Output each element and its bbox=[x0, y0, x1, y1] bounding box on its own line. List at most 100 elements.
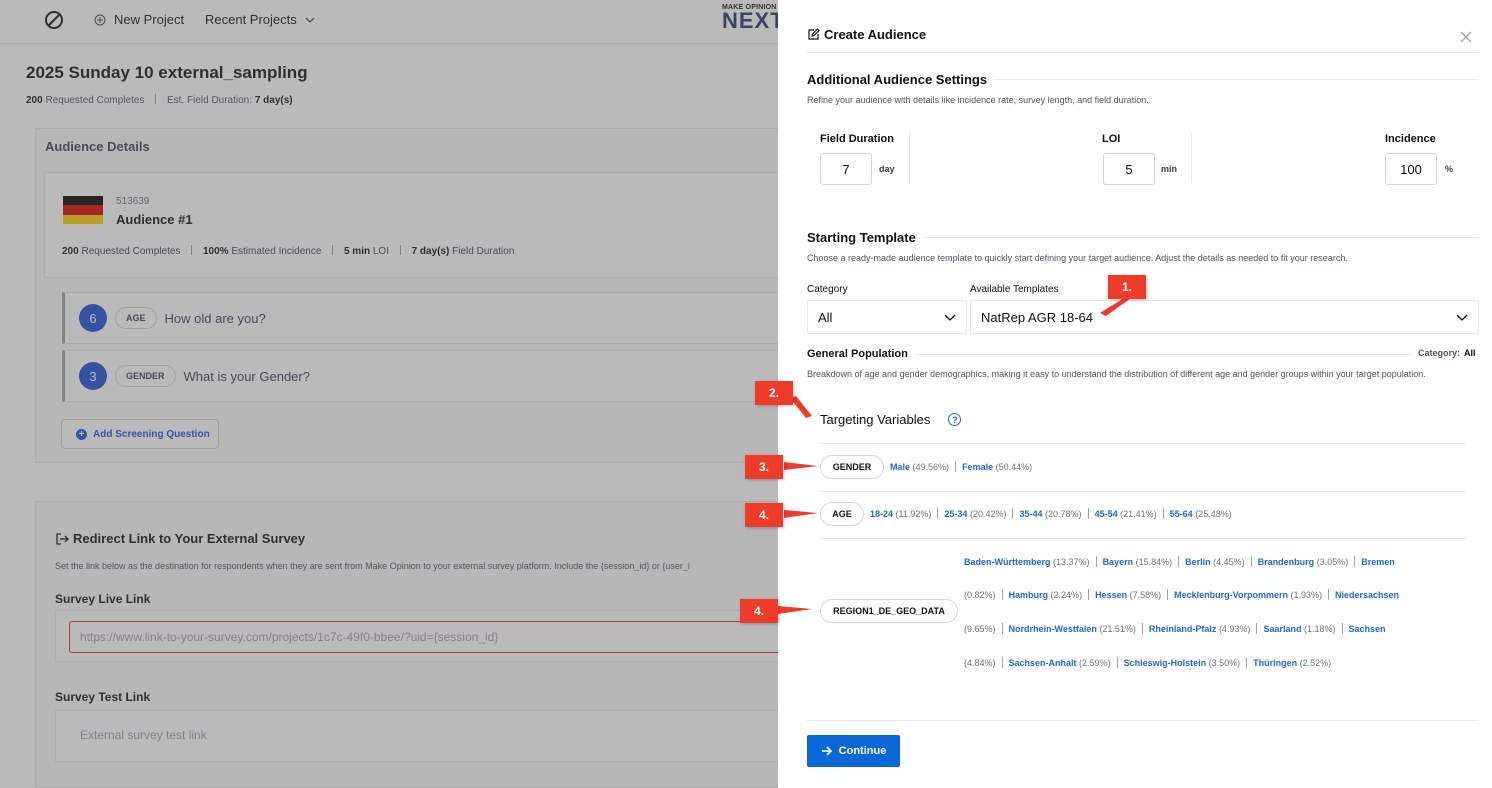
targeting-variables-text: Targeting Variables bbox=[820, 412, 931, 427]
option-pct: (49.56%) bbox=[912, 462, 950, 472]
option-pct: (1.18%) bbox=[1304, 624, 1336, 634]
general-population-category-label: Category: bbox=[1418, 348, 1461, 358]
available-templates-select[interactable]: NatRep AGR 18-64 bbox=[970, 300, 1479, 334]
option-name[interactable]: Sachsen bbox=[1349, 624, 1386, 634]
option-name[interactable]: 45-54 bbox=[1095, 509, 1118, 519]
incidence-input[interactable]: 100 bbox=[1385, 153, 1437, 185]
option-name[interactable]: Sachsen-Anhalt bbox=[1009, 658, 1077, 668]
option-pct: (15.84%) bbox=[1135, 557, 1173, 567]
drawer-title: Create Audience bbox=[807, 27, 926, 42]
divider bbox=[820, 491, 1466, 492]
divider bbox=[820, 538, 1466, 539]
option-pct: (1.93%) bbox=[1290, 590, 1323, 600]
additional-settings-desc: Refine your audience with details like i… bbox=[807, 95, 1149, 105]
continue-button[interactable]: Continue bbox=[807, 735, 900, 767]
annotation-badge-1: 1. bbox=[1108, 275, 1146, 299]
targeting-variables-title: Targeting Variables ? bbox=[820, 412, 962, 427]
option-name[interactable]: Female bbox=[962, 462, 993, 472]
arrow-right-icon bbox=[821, 746, 832, 756]
option-pct: (20.78%) bbox=[1045, 509, 1082, 519]
option-pct: (25.48%) bbox=[1195, 509, 1232, 519]
general-population-desc: Breakdown of age and gender demographics… bbox=[807, 369, 1426, 379]
starting-template-desc: Choose a ready-made audience template to… bbox=[807, 253, 1348, 263]
variable-pill-gender[interactable]: GENDER bbox=[820, 455, 884, 479]
option-pct: (4.93%) bbox=[1218, 624, 1251, 634]
option-pct: (2.24%) bbox=[1050, 590, 1083, 600]
option-pct: (4.45%) bbox=[1213, 557, 1245, 567]
region-options-line: (4.84%) Sachsen-Anhalt (2.59%) Schleswig-H… bbox=[964, 657, 1331, 668]
option-pct: (20.42%) bbox=[969, 509, 1007, 519]
category-select[interactable]: All bbox=[807, 300, 967, 334]
variable-pill-age[interactable]: AGE bbox=[820, 502, 864, 526]
option-name[interactable]: 25-34 bbox=[944, 509, 967, 519]
starting-template-title: Starting Template bbox=[807, 230, 922, 245]
general-population-category-value: All bbox=[1464, 348, 1476, 358]
incidence-label: Incidence bbox=[1385, 133, 1436, 145]
loi-unit: min bbox=[1161, 164, 1178, 174]
incidence-unit: % bbox=[1445, 164, 1454, 174]
edit-icon bbox=[808, 28, 820, 40]
option-pct: (3.50%) bbox=[1208, 658, 1241, 668]
field-duration-label: Field Duration bbox=[820, 133, 894, 145]
chevron-down-icon bbox=[1456, 314, 1468, 321]
additional-settings-title: Additional Audience Settings bbox=[807, 72, 994, 87]
option-pct: (13.37%) bbox=[1053, 557, 1090, 567]
age-options: 18-24 (11.92%) 25-34 (20.42%) 35-44 (20.78… bbox=[870, 508, 1232, 519]
general-population-category: Category: All bbox=[1412, 348, 1476, 358]
option-name[interactable]: Bremen bbox=[1361, 557, 1395, 567]
option-name[interactable]: 55-64 bbox=[1170, 509, 1193, 519]
option-pct: (9.65%) bbox=[964, 624, 996, 634]
option-name[interactable]: Brandenburg bbox=[1258, 557, 1315, 567]
option-pct: (4.84%) bbox=[964, 658, 996, 668]
option-pct: (2.59%) bbox=[1079, 658, 1111, 668]
annotation-badge-4-region: 4. bbox=[740, 599, 778, 623]
divider bbox=[1191, 133, 1192, 183]
option-name[interactable]: Niedersachsen bbox=[1335, 590, 1399, 600]
available-templates-select-value: NatRep AGR 18-64 bbox=[981, 309, 1094, 325]
modal-backdrop[interactable] bbox=[0, 0, 778, 788]
close-icon[interactable] bbox=[1459, 30, 1473, 44]
field-duration-input[interactable]: 7 bbox=[820, 153, 872, 185]
option-name[interactable]: Thüringen bbox=[1253, 658, 1297, 668]
option-name[interactable]: Male bbox=[890, 462, 910, 472]
option-name[interactable]: Saarland bbox=[1263, 624, 1301, 634]
option-pct: (0.82%) bbox=[964, 590, 996, 600]
create-audience-drawer bbox=[778, 0, 1492, 788]
region-options-line: (0.82%) Hamburg (2.24%) Hessen (7.58%) Meck… bbox=[964, 589, 1399, 600]
category-select-value: All bbox=[818, 309, 833, 325]
region-options-line: Baden-Württemberg (13.37%) Bayern (15.84%… bbox=[964, 556, 1395, 567]
gender-options: Male (49.56%) Female (50.44%) bbox=[890, 461, 1032, 472]
option-name[interactable]: 35-44 bbox=[1019, 509, 1042, 519]
field-duration-unit: day bbox=[879, 164, 895, 174]
option-pct: (2.52%) bbox=[1299, 658, 1332, 668]
option-name[interactable]: Berlin bbox=[1185, 557, 1211, 567]
loi-label: LOI bbox=[1102, 133, 1121, 145]
option-name[interactable]: Bayern bbox=[1103, 557, 1134, 567]
general-population-title: General Population bbox=[807, 348, 914, 360]
continue-label: Continue bbox=[838, 745, 887, 757]
option-name[interactable]: Hamburg bbox=[1009, 590, 1049, 600]
help-icon[interactable]: ? bbox=[948, 413, 962, 426]
option-name[interactable]: Baden-Württemberg bbox=[964, 557, 1051, 567]
option-pct: (11.92%) bbox=[895, 509, 932, 519]
option-pct: (50.44%) bbox=[995, 462, 1033, 472]
option-name[interactable]: Rheinland-Pfalz bbox=[1149, 624, 1217, 634]
option-pct: (7.58%) bbox=[1129, 590, 1162, 600]
region-options-line: (9.65%) Nordrhein-Westfalen (21.51%) Rhein… bbox=[964, 623, 1386, 634]
option-pct: (3.05%) bbox=[1316, 557, 1349, 567]
option-name[interactable]: Nordrhein-Westfalen bbox=[1009, 624, 1097, 634]
chevron-down-icon bbox=[944, 314, 956, 321]
option-name[interactable]: Mecklenburg-Vorpommern bbox=[1174, 590, 1288, 600]
category-label: Category bbox=[807, 284, 848, 295]
drawer-title-text: Create Audience bbox=[824, 27, 927, 42]
divider bbox=[909, 133, 910, 183]
option-name[interactable]: Hessen bbox=[1095, 590, 1127, 600]
variable-pill-region[interactable]: REGION1_DE_GEO_DATA bbox=[820, 599, 958, 623]
option-pct: (21.51%) bbox=[1099, 624, 1136, 634]
loi-input[interactable]: 5 bbox=[1103, 153, 1155, 185]
annotation-badge-2: 2. bbox=[755, 381, 793, 405]
option-name[interactable]: Schleswig-Holstein bbox=[1124, 658, 1207, 668]
option-name[interactable]: 18-24 bbox=[870, 509, 893, 519]
divider bbox=[820, 443, 1466, 444]
available-templates-label: Available Templates bbox=[970, 284, 1059, 295]
